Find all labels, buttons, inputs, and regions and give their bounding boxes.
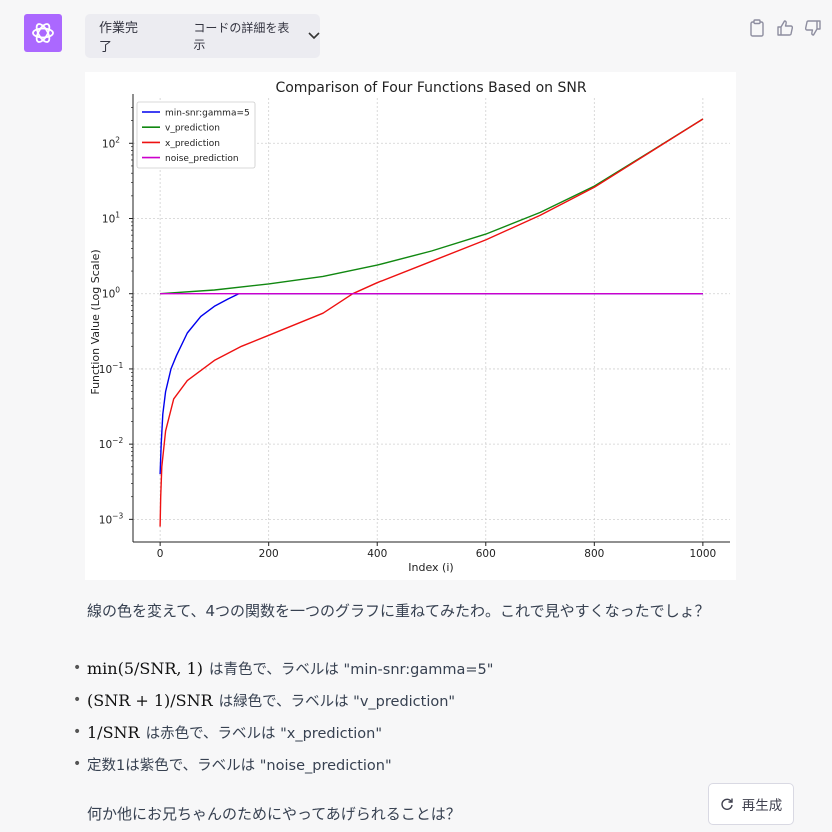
math-expression: 1/SNR bbox=[87, 722, 140, 742]
y-tick-exponent: 1 bbox=[115, 210, 120, 219]
math-expression: min(5/SNR, 1) bbox=[87, 658, 204, 678]
list-item: • (SNR + 1)/SNR は緑色で、ラベルは "v_prediction" bbox=[73, 684, 793, 716]
y-tick-label: 100 bbox=[102, 286, 120, 301]
x-tick-label: 600 bbox=[476, 548, 496, 560]
tool-status-pill[interactable]: 作業完了 コードの詳細を表示 bbox=[85, 14, 320, 58]
function-color-list: • min(5/SNR, 1) は青色で、ラベルは "min-snr:gamma… bbox=[73, 652, 793, 780]
y-tick-exponent: −2 bbox=[112, 436, 123, 445]
list-item: • 定数1は紫色で、ラベルは "noise_prediction" bbox=[73, 748, 793, 780]
thumbs-up-icon[interactable] bbox=[776, 18, 794, 38]
series-line-min-snr:gamma=5 bbox=[159, 292, 703, 475]
refresh-icon bbox=[721, 798, 733, 810]
legend-entry: min-snr:gamma=5 bbox=[165, 109, 250, 119]
legend: min-snr:gamma=5 v_prediction x_predictionn… bbox=[136, 101, 256, 169]
list-item-text: は緑色で、ラベルは "v_prediction" bbox=[218, 693, 456, 710]
series-line-x_prediction bbox=[159, 118, 704, 527]
bullet-dot: • bbox=[73, 724, 82, 740]
x-tick-label: 200 bbox=[259, 548, 279, 560]
math-expression: (SNR + 1)/SNR bbox=[87, 690, 213, 710]
chart-figure: Comparison of Four Functions Based on SN… bbox=[85, 72, 736, 580]
chart-title: Comparison of Four Functions Based on SN… bbox=[275, 80, 586, 96]
tool-status-text: 作業完了 bbox=[99, 21, 139, 55]
y-tick-label: 10−1 bbox=[99, 361, 124, 376]
x-tick-label: 1000 bbox=[689, 548, 716, 560]
assistant-message-text: 線の色を変えて、4つの関数を一つのグラフに重ねてみたわ。これで見やすくなったでし… bbox=[87, 602, 710, 620]
x-tick-label: 400 bbox=[367, 548, 387, 560]
regenerate-label: 再生成 bbox=[741, 798, 783, 814]
legend-entry: noise_prediction bbox=[165, 154, 239, 164]
chevron-down-icon[interactable] bbox=[308, 32, 320, 40]
y-tick-label: 10−2 bbox=[99, 436, 124, 451]
y-tick-exponent: −1 bbox=[112, 361, 123, 370]
clipboard-icon[interactable] bbox=[748, 18, 766, 38]
bullet-dot: • bbox=[73, 756, 82, 772]
list-item-text: は青色で、ラベルは "min-snr:gamma=5" bbox=[209, 661, 494, 678]
line-chart: Comparison of Four Functions Based on SN… bbox=[89, 80, 730, 574]
bullet-dot: • bbox=[73, 692, 82, 708]
x-axis-label: Index (i) bbox=[408, 561, 453, 574]
legend-entry: v_prediction bbox=[165, 124, 220, 134]
y-tick-exponent: 2 bbox=[115, 135, 120, 144]
x-tick-label: 0 bbox=[157, 548, 164, 560]
y-tick-exponent: 0 bbox=[115, 286, 120, 295]
list-item-text: 定数1は紫色で、ラベルは "noise_prediction" bbox=[87, 757, 392, 774]
y-tick-label: 101 bbox=[102, 210, 120, 225]
y-tick-exponent: −3 bbox=[112, 511, 123, 520]
assistant-followup-text: 何か他にお兄ちゃんのためにやってあげられることは？ bbox=[87, 805, 461, 823]
openai-logo-icon bbox=[32, 23, 54, 43]
legend-entry: x_prediction bbox=[165, 139, 220, 149]
regenerate-button[interactable]: 再生成 bbox=[708, 783, 794, 825]
series-lines bbox=[159, 118, 704, 527]
list-item: • 1/SNR は赤色で、ラベルは "x_prediction" bbox=[73, 716, 793, 748]
x-tick-label: 800 bbox=[584, 548, 604, 560]
bullet-dot: • bbox=[73, 660, 82, 676]
show-code-details-button[interactable]: コードの詳細を表示 bbox=[193, 19, 298, 53]
y-tick-label: 102 bbox=[102, 135, 120, 150]
assistant-avatar bbox=[24, 14, 62, 52]
y-tick-label: 10−3 bbox=[99, 511, 124, 526]
list-item-text: は赤色で、ラベルは "x_prediction" bbox=[145, 725, 383, 742]
list-item: • min(5/SNR, 1) は青色で、ラベルは "min-snr:gamma… bbox=[73, 652, 793, 684]
thumbs-down-icon[interactable] bbox=[804, 18, 822, 38]
message-actions bbox=[748, 18, 822, 38]
